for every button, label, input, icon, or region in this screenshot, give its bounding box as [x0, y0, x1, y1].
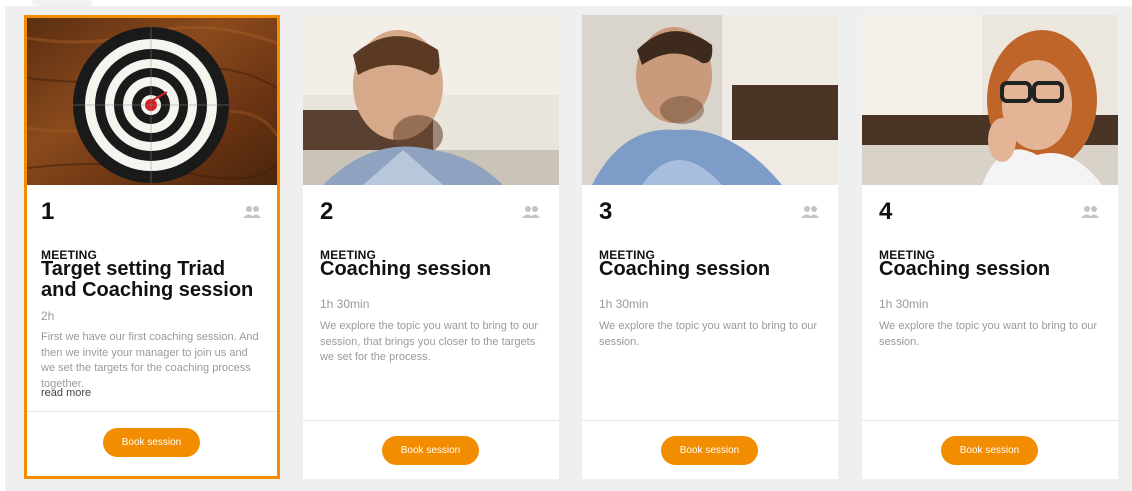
session-title: Coaching session [879, 258, 1051, 280]
book-session-button[interactable]: Book session [382, 436, 479, 465]
group-icon [1081, 206, 1099, 218]
read-more-link[interactable]: read more [41, 387, 91, 399]
dartboard-photo [27, 18, 277, 185]
session-card-3[interactable]: 3 MEETING Coaching session 1h 30min We e… [582, 15, 838, 479]
book-session-button[interactable]: Book session [103, 428, 200, 457]
session-duration: 1h 30min [599, 297, 649, 311]
woman-with-glasses-photo [862, 15, 1118, 185]
card-divider [862, 420, 1118, 421]
session-title: Coaching session [320, 258, 492, 280]
session-card-4[interactable]: 4 MEETING Coaching session 1h 30min We e… [862, 15, 1118, 479]
card-number: 2 [320, 198, 334, 225]
session-card-1[interactable]: 1 MEETING Target setting Triad and Coach… [24, 15, 280, 479]
group-icon [801, 206, 819, 218]
session-description: First we have our first coaching session… [41, 331, 259, 390]
session-card-2[interactable]: 2 MEETING Coaching session 1h 30min We e… [303, 15, 559, 479]
man-looking-down-photo [303, 15, 559, 185]
session-duration: 1h 30min [879, 297, 929, 311]
group-icon [243, 206, 261, 218]
card-number: 3 [599, 198, 613, 225]
session-title: Target setting Triad and Coaching sessio… [41, 258, 254, 301]
session-description: We explore the topic you want to bring t… [320, 320, 539, 363]
session-duration: 1h 30min [320, 297, 370, 311]
book-session-button[interactable]: Book session [941, 436, 1038, 465]
session-list-panel: 1 MEETING Target setting Triad and Coach… [5, 6, 1132, 491]
session-description: We explore the topic you want to bring t… [599, 320, 818, 348]
card-divider [27, 411, 277, 412]
card-number: 1 [41, 198, 55, 225]
session-title: Coaching session [599, 258, 771, 280]
book-session-button[interactable]: Book session [661, 436, 758, 465]
card-divider [303, 420, 559, 421]
session-duration: 2h [41, 309, 55, 323]
session-description: We explore the topic you want to bring t… [879, 320, 1098, 348]
group-icon [522, 206, 540, 218]
man-smiling-photo [582, 15, 838, 185]
session-cards: 1 MEETING Target setting Triad and Coach… [5, 6, 1132, 491]
card-number: 4 [879, 198, 893, 225]
card-divider [582, 420, 838, 421]
